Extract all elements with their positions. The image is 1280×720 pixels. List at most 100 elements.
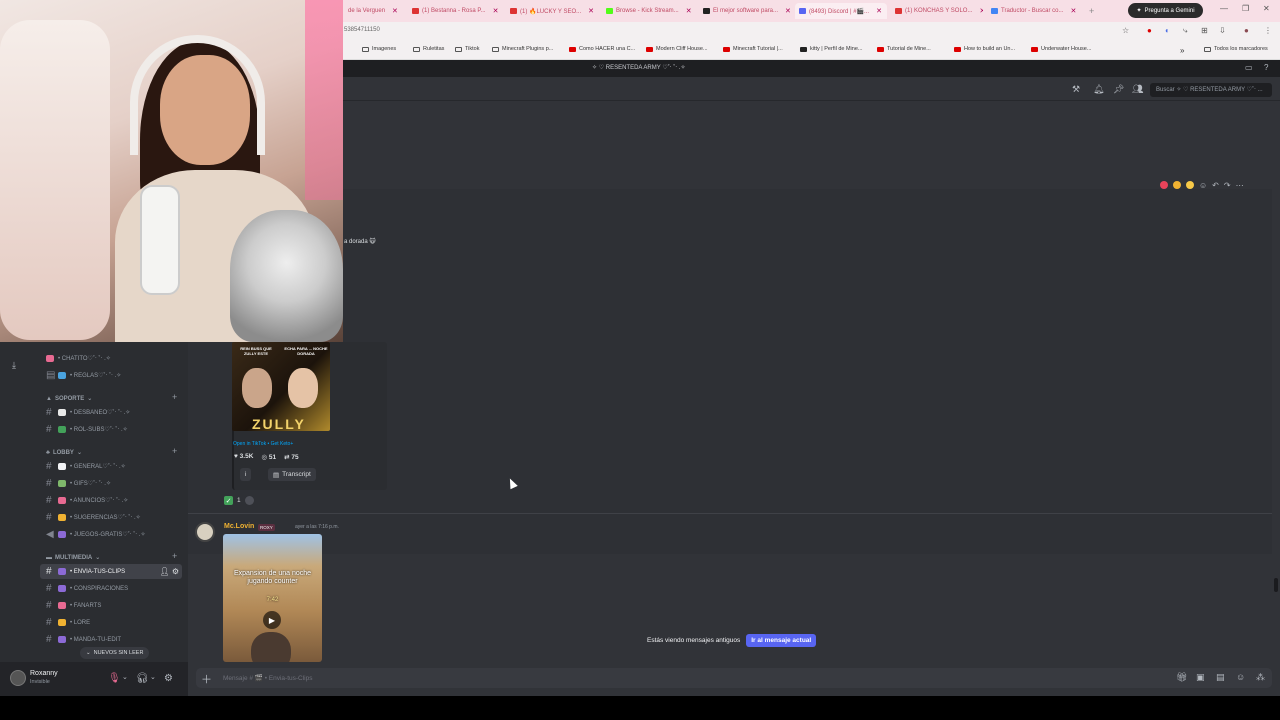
heart-reaction-icon[interactable]: [1160, 181, 1168, 189]
bookmark[interactable]: Minecraft Tutorial |...: [723, 46, 783, 52]
search-input[interactable]: Buscar ✧ ♡ RESENTEDA ARMY ♡˚‧ ...: [1150, 83, 1272, 97]
add-reaction-icon[interactable]: ☺: [1199, 181, 1207, 190]
puzzle-icon[interactable]: ⊞: [1201, 26, 1208, 35]
play-icon[interactable]: ▶: [263, 611, 281, 629]
maximize-icon[interactable]: ❐: [1242, 4, 1249, 13]
close-icon[interactable]: ✕: [785, 7, 791, 15]
bookmark[interactable]: Tutorial de Mine...: [877, 46, 931, 52]
avatar[interactable]: [10, 670, 26, 686]
message-author[interactable]: Mc.Lovin: [224, 523, 254, 530]
headphones-icon[interactable]: 🎧︎: [136, 673, 149, 684]
info-button[interactable]: i: [240, 468, 252, 481]
bookmark[interactable]: Minecraft Plugins p...: [492, 46, 553, 52]
browser-tab[interactable]: (1) Bestanna - Rosa P... ✕: [408, 3, 500, 19]
avatar[interactable]: [195, 522, 215, 542]
username[interactable]: Roxanny: [30, 670, 58, 677]
new-unread-pill[interactable]: ⌄ NUEVOS SIN LEER: [80, 647, 150, 659]
gift-icon[interactable]: 🎁︎: [1176, 672, 1187, 683]
channel-fanarts[interactable]: # • FANARTS: [40, 598, 182, 613]
bookmark[interactable]: Ruletitas: [413, 46, 444, 52]
channel-lore[interactable]: # • LORE: [40, 615, 182, 630]
channel-envia-tus-clips[interactable]: # • ENVIA-TUS-CLIPS 👤︎ ⚙: [40, 564, 182, 579]
close-icon[interactable]: ✕: [876, 7, 882, 15]
channel-juegos-gratis[interactable]: ◀ • JUEGOS-GRATIS♡˚‧ ˚‧ .✧: [40, 527, 182, 542]
browser-tab[interactable]: Traductor - Buscar co... ✕: [987, 3, 1079, 19]
pin-icon[interactable]: 📌︎: [1113, 84, 1124, 95]
emoji-icon[interactable]: ☺: [1236, 672, 1245, 682]
bookmark[interactable]: How to build an Un...: [954, 46, 1015, 52]
bookmark[interactable]: Imagenes: [362, 46, 396, 52]
browser-tab[interactable]: El mejor software para... ✕: [699, 3, 791, 19]
video-attachment[interactable]: Expansion de una noche jugando counter 7…: [223, 534, 322, 662]
help-icon[interactable]: ?: [1264, 63, 1268, 72]
all-bookmarks[interactable]: Todos los marcadores: [1204, 46, 1268, 52]
menu-icon[interactable]: ⋮: [1264, 26, 1272, 35]
channel-manda-tu-edit[interactable]: # • MANDA-TU-EDIT: [40, 632, 182, 647]
tiktok-thumbnail[interactable]: REIN BUSS QUE ZULLY ESTE ECHA PARA ... N…: [232, 342, 330, 431]
browser-tab[interactable]: de la Verguen ✕: [344, 3, 402, 19]
scrollbar-thumb[interactable]: [1274, 578, 1278, 592]
close-icon[interactable]: ✕: [588, 7, 594, 15]
hand-reaction-icon[interactable]: [1186, 181, 1194, 189]
jump-to-present-button[interactable]: Ir al mensaje actual: [746, 634, 817, 647]
sticker-icon[interactable]: ▤: [1216, 672, 1225, 683]
gear-icon[interactable]: ⚙: [172, 567, 179, 576]
bookmark[interactable]: Tiktok: [455, 46, 479, 52]
chevron-down-icon[interactable]: ⌄: [122, 673, 128, 681]
close-icon[interactable]: ✕: [493, 7, 499, 15]
threads-icon[interactable]: ⚒: [1072, 84, 1080, 95]
add-reaction-icon[interactable]: [244, 496, 254, 505]
bookmark[interactable]: Como HACER una C...: [569, 46, 635, 52]
browser-tab[interactable]: (1) KONCHAS Y SOLO... ✕: [891, 3, 983, 19]
channel-reglas[interactable]: ▤ • REGLAS♡˚‧ ˚‧ .✧: [40, 368, 182, 383]
bell-icon[interactable]: 🔔︎: [1093, 84, 1104, 95]
channel-sugerencias[interactable]: # • SUGERENCIAS♡˚‧ ˚‧ .✧: [40, 510, 182, 525]
apps-icon[interactable]: ⁂: [1256, 672, 1265, 683]
browser-tab-active[interactable]: (8493) Discord | #🎬... ✕: [795, 3, 887, 19]
composer-placeholder[interactable]: Mensaje # 🎬 • Envia-tus-Clips: [223, 674, 312, 682]
channel-anuncios[interactable]: # • ANUNCIOS♡˚‧ ˚‧ .✧: [40, 493, 182, 508]
add-channel-icon[interactable]: +: [172, 551, 177, 561]
forward-icon[interactable]: ↷: [1224, 181, 1231, 190]
extension-icon[interactable]: ⤷: [1183, 26, 1187, 36]
more-icon[interactable]: ⋯: [1236, 181, 1244, 190]
gif-icon[interactable]: ▣: [1196, 672, 1205, 683]
new-tab-icon[interactable]: +: [1085, 3, 1099, 19]
minimize-icon[interactable]: —: [1220, 4, 1228, 13]
invite-icon[interactable]: 👤︎: [159, 567, 169, 576]
members-icon[interactable]: 👥︎: [1132, 84, 1143, 95]
bookmark[interactable]: Underwater House...: [1031, 46, 1091, 52]
message-composer[interactable]: ＋ Mensaje # 🎬 • Envia-tus-Clips 🎁︎ ▣ ▤ ☺…: [196, 668, 1272, 688]
channel-conspiraciones[interactable]: # • CONSPIRACIONES: [40, 581, 182, 596]
channel-chatito[interactable]: • CHATITO♡˚‧ ˚‧ .✧: [40, 351, 182, 366]
more-bookmarks-icon[interactable]: »: [1180, 46, 1184, 55]
channel-settings[interactable]: 👤︎ ⚙: [159, 567, 179, 576]
channel-gifs[interactable]: # • GIFS♡˚‧ ˚‧ .✧: [40, 476, 182, 491]
close-icon[interactable]: ✕: [979, 7, 983, 15]
profile-icon[interactable]: ●: [1244, 26, 1249, 35]
add-channel-icon[interactable]: +: [172, 392, 177, 402]
browser-tab[interactable]: (1) 🔥LUCKY Y SEO... ✕: [506, 3, 598, 19]
gemini-button[interactable]: ✦ Pregunta a Gemini: [1128, 3, 1203, 18]
inbox-icon[interactable]: ▭: [1245, 63, 1253, 72]
opera-icon[interactable]: ●: [1147, 26, 1152, 35]
chevron-down-icon[interactable]: ⌄: [150, 673, 156, 681]
channel-rol-subs[interactable]: # • ROL-SUBS♡˚‧ ˚‧ .✧: [40, 422, 182, 437]
bookmark[interactable]: kitty | Perfil de Mine...: [800, 46, 862, 52]
emoji-reaction-icon[interactable]: [1173, 181, 1181, 189]
transcript-button[interactable]: ▤ Transcript: [268, 468, 316, 481]
bookmark[interactable]: Modern Cliff House...: [646, 46, 708, 52]
mic-muted-icon[interactable]: 🎙︎: [108, 673, 121, 684]
reaction-chip[interactable]: ✓ 1: [224, 494, 254, 507]
channel-general[interactable]: # • GENERAL♡˚‧ ˚‧ .✧: [40, 459, 182, 474]
browser-tab[interactable]: Browse - Kick Stream... ✕: [602, 3, 694, 19]
category-multimedia[interactable]: ▬ MULTIMEDIA ⌄: [46, 554, 100, 562]
download-icon[interactable]: ⤓: [12, 360, 16, 371]
close-icon[interactable]: ✕: [1070, 7, 1076, 15]
reply-icon[interactable]: ↶: [1212, 181, 1219, 190]
star-icon[interactable]: ☆: [1122, 26, 1129, 35]
category-soporte[interactable]: ▲ SOPORTE ⌄: [46, 395, 92, 403]
category-lobby[interactable]: ♣ LOBBY ⌄: [46, 449, 82, 457]
close-icon[interactable]: ✕: [686, 7, 692, 15]
add-attachment-icon[interactable]: ＋: [201, 671, 212, 687]
